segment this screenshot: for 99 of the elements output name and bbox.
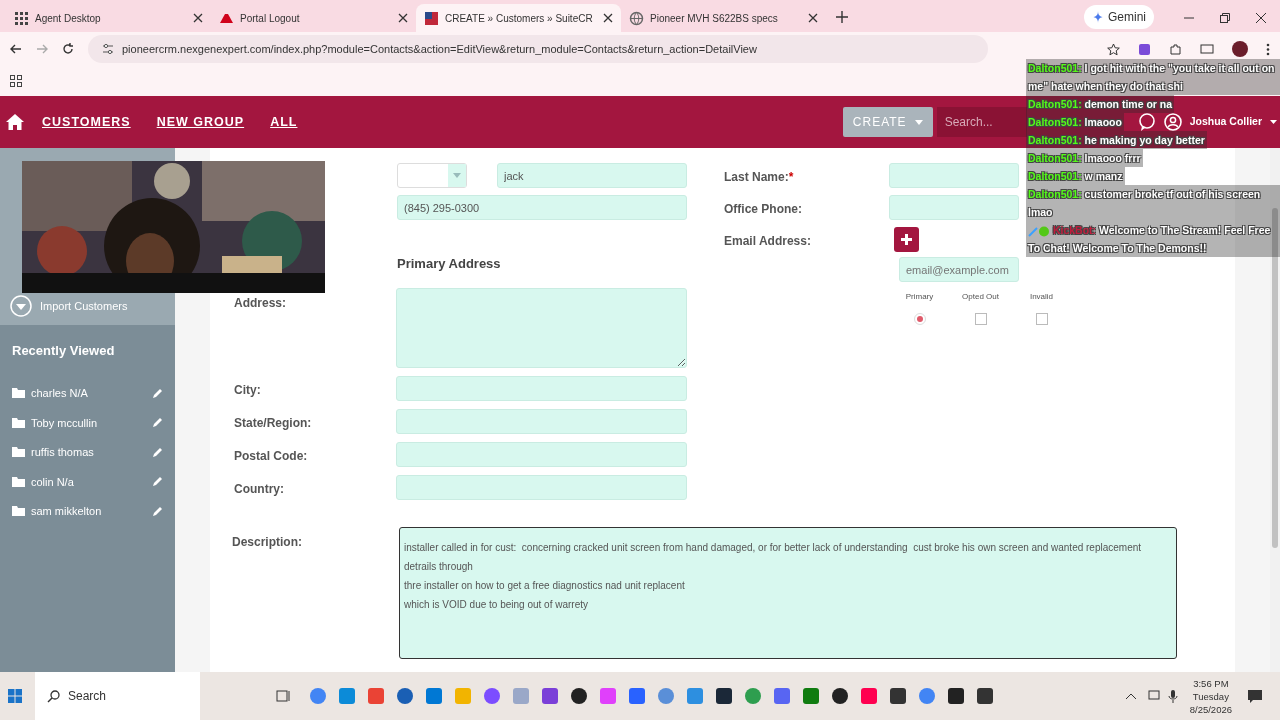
browser-tab[interactable]: Agent Desktop (6, 4, 211, 32)
field-label: Office Phone: (724, 201, 803, 218)
windows-icon[interactable] (8, 689, 22, 703)
star-icon[interactable] (1107, 42, 1120, 56)
section-heading: Primary Address (397, 255, 502, 273)
user-icon[interactable] (1163, 113, 1182, 131)
clock-date[interactable]: 8/25/2026 (1189, 702, 1232, 716)
dropdown-icon (448, 164, 466, 187)
search-field[interactable]: Search... (936, 107, 1027, 137)
pencil-icon[interactable] (152, 417, 163, 429)
field-label: Address: (234, 294, 287, 312)
screen-icon[interactable] (1200, 42, 1214, 56)
chat-message: Dalton501: he making yo day better (1026, 131, 1207, 149)
extension-icon[interactable] (1138, 42, 1151, 56)
browser-tab[interactable]: Pioneer MVH S622BS specs (621, 4, 826, 32)
restore-icon[interactable] (1220, 13, 1230, 23)
app-icon[interactable] (571, 688, 587, 704)
field-label: State/Region: (234, 414, 313, 432)
section-heading: Recently Viewed (11, 342, 116, 360)
close-icon[interactable] (398, 13, 408, 23)
close-icon[interactable] (193, 13, 203, 23)
close-icon[interactable] (1256, 13, 1266, 23)
reload-icon[interactable] (62, 43, 74, 55)
caret-icon (914, 119, 923, 125)
search-icon (47, 689, 60, 703)
field-label: Postal Code: (234, 447, 309, 465)
forward-icon[interactable] (36, 43, 48, 55)
add-button[interactable] (894, 227, 919, 252)
pencil-icon[interactable] (152, 505, 163, 517)
close-icon[interactable] (808, 13, 818, 23)
taskbar-search[interactable]: Search (35, 672, 200, 720)
browser-tab[interactable]: Portal Logout (211, 4, 416, 32)
nav-link[interactable]: CUSTOMERS (42, 112, 131, 132)
back-icon[interactable] (10, 43, 22, 55)
option-label: Primary (905, 291, 934, 303)
folder-icon (12, 506, 25, 517)
folder-icon (12, 388, 25, 399)
apps-icon[interactable] (10, 75, 22, 87)
folder-icon (12, 417, 25, 428)
chat-message: Dalton501: lmaooo (1026, 113, 1124, 131)
text-field[interactable] (396, 408, 687, 434)
pencil-icon[interactable] (152, 476, 163, 488)
plus-icon (901, 234, 912, 245)
more-icon[interactable] (1266, 42, 1270, 56)
chat-message: Dalton501: customer broke tf out of his screen lmao (1026, 185, 1280, 221)
browser-tab[interactable]: CREATE » Customers » SuiteCR (416, 4, 621, 32)
sparkle-icon (1092, 11, 1104, 23)
field-label: Country: (234, 480, 285, 498)
chat-icon[interactable] (1137, 113, 1156, 131)
first-name-field[interactable]: jack (497, 163, 687, 188)
nav-link[interactable]: NEW GROUP (156, 112, 245, 132)
address-field[interactable] (396, 287, 687, 368)
caret-icon[interactable] (1270, 120, 1277, 124)
address-bar[interactable]: pioneercrm.nexgenexpert.com/index.php?module=Contacts&action=EditView&return_module=Contacts&return_action=DetailView (88, 35, 988, 63)
badge-icon (1028, 225, 1050, 237)
tune-icon (102, 43, 114, 55)
folder-icon (12, 476, 25, 487)
pencil-icon[interactable] (152, 446, 163, 458)
chat-message: Dalton501: w manz (1026, 167, 1125, 185)
phone-field[interactable]: (845) 295-0300 (397, 195, 687, 220)
home-icon[interactable] (6, 114, 24, 130)
text-field[interactable] (889, 195, 1019, 220)
avatar-icon[interactable] (1232, 41, 1248, 57)
plus-icon[interactable] (836, 11, 848, 23)
clock-time[interactable]: 3:56 PM (1193, 676, 1229, 690)
email-field[interactable]: email@example.com (899, 257, 1019, 282)
nav-link[interactable]: ALL (270, 112, 298, 132)
mic-icon[interactable] (1167, 689, 1178, 703)
folder-icon (12, 447, 25, 458)
field-label: Email Address: (724, 233, 812, 250)
checkbox[interactable] (974, 313, 987, 325)
description-field[interactable]: installer called in for cust: concerning cracked unit screen from hand damaged, or for better lack of understanding cust broke his own screen and wanted replacement detrails through thre installer on how to get a free diagnostics nad unit replacent which is VOID due to being out of warrety (399, 526, 1177, 659)
pencil-icon[interactable] (152, 387, 163, 399)
checkbox[interactable] (1035, 313, 1048, 325)
chevron-icon[interactable] (1125, 693, 1136, 699)
logo-icon (424, 10, 439, 26)
task-view-icon[interactable] (276, 689, 290, 703)
notification-icon[interactable] (1248, 689, 1262, 703)
text-field[interactable] (396, 441, 687, 467)
option-label: Invalid (1029, 291, 1054, 303)
field-label: Description: (232, 533, 303, 551)
close-icon[interactable] (603, 13, 613, 23)
gemini-button[interactable]: Gemini (1084, 5, 1154, 29)
globe-icon (629, 10, 644, 26)
chat-message: Dalton501: lmaooo frrr (1026, 149, 1143, 167)
scrollbar-thumb[interactable] (1272, 208, 1278, 548)
option-label: Opted Out (962, 291, 999, 303)
download-icon (10, 295, 32, 317)
chat-message: Dalton501: demon time or na (1026, 95, 1175, 113)
user-name[interactable]: Joshua Collier (1189, 114, 1262, 130)
app-icon[interactable] (832, 688, 848, 704)
field-label: Last Name:* (724, 169, 795, 186)
field-label: City: (234, 381, 262, 399)
text-field[interactable] (396, 375, 687, 401)
grid-icon (14, 10, 29, 26)
text-field[interactable] (396, 474, 687, 500)
chat-message: KickBot: Welcome to The Stream! Feel Free To Chat! Welcome To The Demons!! (1026, 221, 1280, 257)
text-field[interactable] (889, 163, 1019, 188)
clock-day[interactable]: Tuesday (1192, 689, 1229, 703)
